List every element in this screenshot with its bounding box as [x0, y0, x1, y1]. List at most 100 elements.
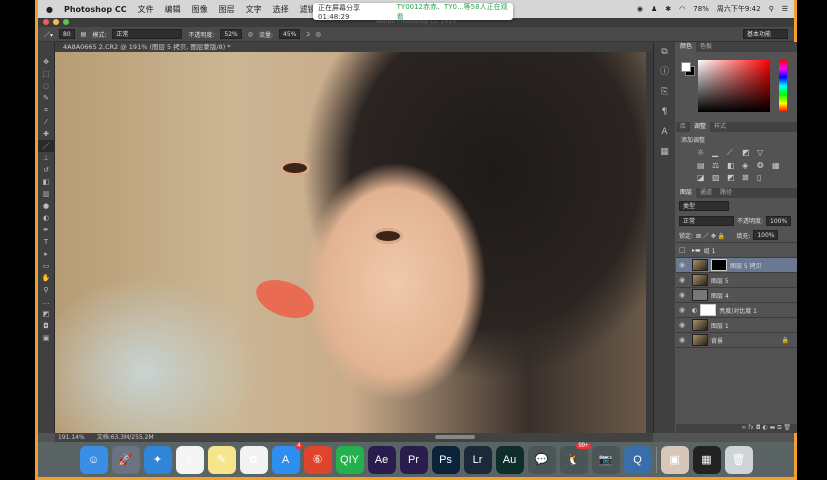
crop-tool-icon[interactable]: ⌗	[38, 104, 54, 116]
dock-app-reminders[interactable]: ≡	[175, 445, 204, 474]
zoom-tool-icon[interactable]: ⚲	[38, 284, 54, 296]
eyedropper-tool-icon[interactable]: ⁄	[38, 116, 54, 128]
wifi-icon[interactable]: ◠	[679, 5, 685, 13]
dock-app-au[interactable]: Au	[495, 445, 524, 474]
blend-mode-select[interactable]: 正常	[679, 215, 734, 226]
pen-tool-icon[interactable]: ✒	[38, 224, 54, 236]
quick-mask-icon[interactable]: ◘	[38, 320, 54, 332]
hue-slider[interactable]	[779, 60, 787, 112]
app-menu[interactable]: Photoshop CC	[64, 5, 127, 14]
quick-select-tool-icon[interactable]: ✎	[38, 92, 54, 104]
color-balance-icon[interactable]: ⚖	[712, 161, 724, 170]
horizontal-scrollbar[interactable]	[435, 435, 475, 439]
eye-icon[interactable]: ◉	[679, 261, 689, 269]
dock-app-ps[interactable]: Ps	[431, 445, 460, 474]
healing-tool-icon[interactable]: ✚	[38, 128, 54, 140]
workspace-select[interactable]: 基本功能	[743, 29, 788, 39]
bluetooth-icon[interactable]: ✱	[665, 5, 671, 13]
lock-icons[interactable]: ⊠ ／ ✥ 🔒	[696, 231, 725, 240]
marquee-tool-icon[interactable]: ⬚	[38, 68, 54, 80]
eye-icon[interactable]: ◉	[679, 291, 689, 299]
clone-source-icon[interactable]: ⎘	[654, 82, 675, 102]
tab-color[interactable]: 颜色	[676, 42, 697, 52]
lasso-tool-icon[interactable]: ◌	[38, 80, 54, 92]
image-canvas[interactable]	[55, 52, 646, 433]
menu-edit[interactable]: 编辑	[165, 4, 181, 15]
shape-tool-icon[interactable]: ▭	[38, 260, 54, 272]
character-icon[interactable]: A	[654, 122, 675, 142]
menu-image[interactable]: 图像	[192, 4, 208, 15]
dock-app-screenshot[interactable]: 📷	[591, 445, 620, 474]
dock-app-launchpad[interactable]: 🚀	[111, 445, 140, 474]
battery-text[interactable]: 78%	[693, 5, 709, 13]
dock-app-wechat[interactable]: 💬	[527, 445, 556, 474]
type-tool-icon[interactable]: T	[38, 236, 54, 248]
channel-mixer-icon[interactable]: ❂	[757, 161, 769, 170]
screen-mode-icon[interactable]: ▣	[38, 332, 54, 344]
layer-filter-select[interactable]: 类型	[679, 200, 729, 211]
spotlight-icon[interactable]: ⚲	[769, 5, 774, 13]
gradient-map-icon[interactable]: ▯	[757, 173, 769, 182]
dock-app-netease-music[interactable]: ⑥	[303, 445, 332, 474]
document-tab[interactable]: 4A8A0665 2.CR2 @ 191% (图层 5 拷贝, 图层蒙版/8) …	[55, 42, 670, 52]
color-lookup-icon[interactable]: ▦	[772, 161, 784, 170]
mode-select[interactable]: 正常	[112, 29, 183, 39]
minimize-button[interactable]	[53, 19, 59, 25]
layers-footer-icons[interactable]: ∞ fx ◘ ◐ ▬ ⧉ 🗑	[676, 424, 797, 433]
more-tools-icon[interactable]: …	[38, 296, 54, 308]
tab-adjustments[interactable]: 调整	[690, 122, 711, 132]
clock[interactable]: 周六下午9:42	[717, 4, 761, 14]
vertical-scrollbar[interactable]	[646, 52, 653, 433]
paragraph-icon[interactable]: ¶	[654, 102, 675, 122]
layer-row[interactable]: □ ▸▬ 组 1	[676, 243, 797, 258]
menu-type[interactable]: 文字	[246, 4, 262, 15]
tab-swatches[interactable]: 色板	[696, 42, 716, 52]
menu-select[interactable]: 选择	[273, 4, 289, 15]
eye-icon[interactable]: ◉	[679, 336, 689, 344]
selective-color-icon[interactable]: ⊠	[742, 173, 754, 182]
dock-app-finder[interactable]: ☺	[79, 445, 108, 474]
dock-app-photo[interactable]: ▣	[660, 445, 689, 474]
dock-app-video[interactable]: ▦	[692, 445, 721, 474]
brush-panel-icon[interactable]: ▤	[81, 31, 87, 38]
layer-row[interactable]: ◉ 图层 5 拷贝	[676, 258, 797, 273]
posterize-icon[interactable]: ▨	[712, 173, 724, 182]
stamp-tool-icon[interactable]: ⊥	[38, 152, 54, 164]
dock-app-safari[interactable]: ✦	[143, 445, 172, 474]
record-icon[interactable]: ◉	[637, 5, 643, 13]
blur-tool-icon[interactable]: ●	[38, 200, 54, 212]
layer-mask-thumbnail[interactable]	[711, 259, 727, 271]
tab-styles[interactable]: 样式	[710, 122, 730, 132]
eye-icon[interactable]: ◉	[679, 306, 689, 314]
layer-row[interactable]: ◉ 图层 5	[676, 273, 797, 288]
eraser-tool-icon[interactable]: ◧	[38, 176, 54, 188]
fill-input[interactable]: 100%	[753, 230, 779, 240]
move-tool-icon[interactable]: ✥	[38, 56, 54, 68]
zoom-level[interactable]: 191.14%	[58, 433, 85, 442]
layer-row[interactable]: ◉ ◐ 亮度/对比度 1	[676, 303, 797, 318]
airbrush-icon[interactable]: ↄ	[306, 31, 309, 38]
eye-icon[interactable]: ◉	[679, 276, 689, 284]
path-select-tool-icon[interactable]: ▸	[38, 248, 54, 260]
notification-center-icon[interactable]: ☰	[782, 5, 788, 13]
dock-app-lr[interactable]: Lr	[463, 445, 492, 474]
layer-mask-thumbnail[interactable]	[700, 304, 717, 316]
brush-tool-icon[interactable]: ／▾	[44, 30, 53, 39]
visibility-off[interactable]: □	[679, 246, 689, 254]
color-field[interactable]	[698, 60, 770, 112]
history-brush-icon[interactable]: ↺	[38, 164, 54, 176]
flow-input[interactable]: 45%	[279, 29, 301, 39]
dock-app-app-store[interactable]: A4	[271, 442, 303, 474]
layer-opacity-input[interactable]: 100%	[766, 215, 792, 226]
threshold-icon[interactable]: ◩	[727, 173, 739, 182]
menu-layer[interactable]: 图层	[219, 4, 235, 15]
zoom-button[interactable]	[63, 19, 69, 25]
menu-file[interactable]: 文件	[138, 4, 154, 15]
tab-libraries[interactable]: 库	[676, 122, 690, 132]
layer-row[interactable]: ◉ 图层 4	[676, 288, 797, 303]
close-button[interactable]	[43, 19, 49, 25]
eye-icon[interactable]: ◉	[679, 321, 689, 329]
properties-icon[interactable]: ⓘ	[654, 62, 675, 82]
dock-app-ae[interactable]: Ae	[367, 445, 396, 474]
tab-layers[interactable]: 图层	[676, 188, 697, 198]
